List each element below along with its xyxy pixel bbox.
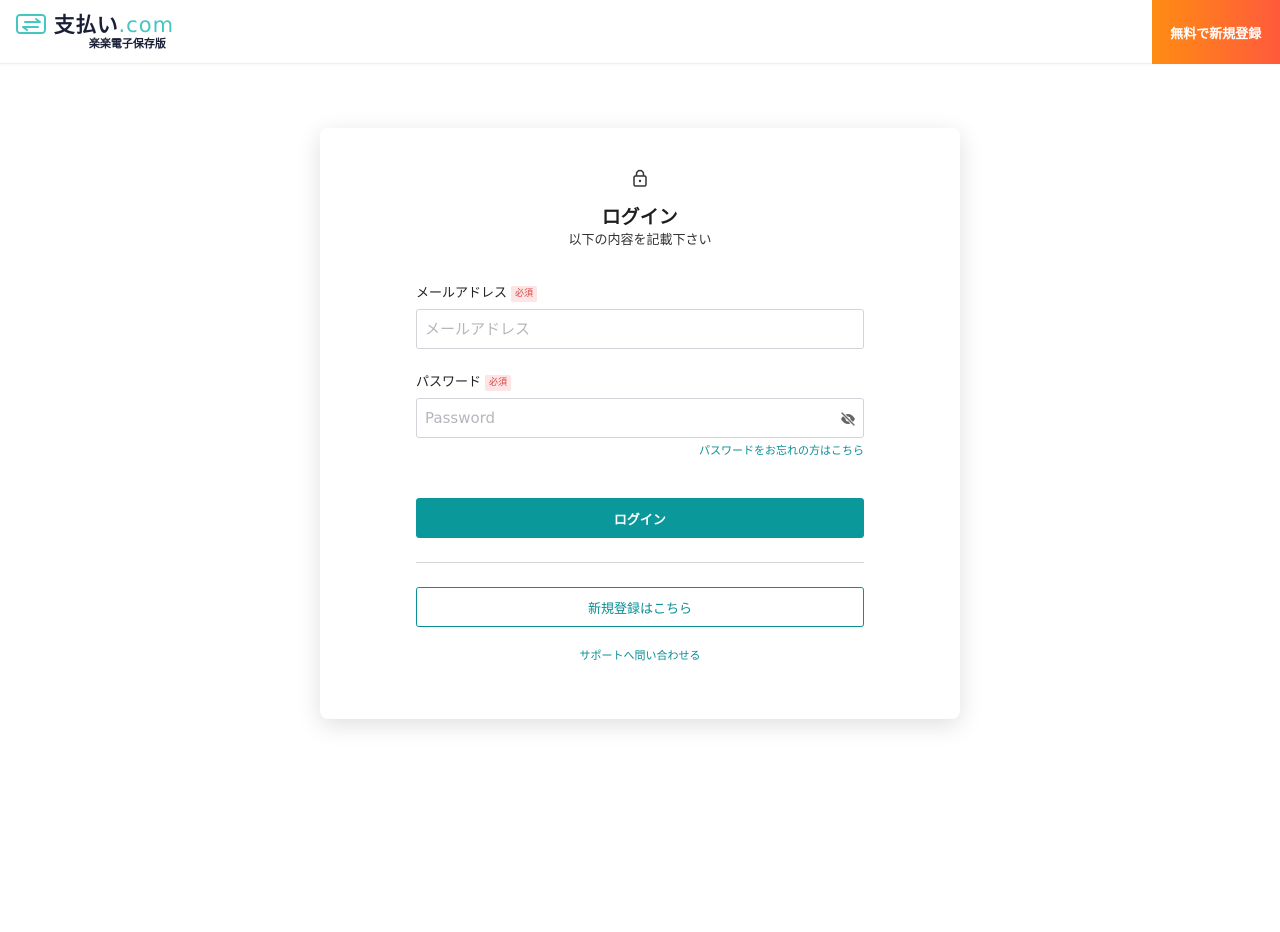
logo-text: 支払い.com — [54, 12, 174, 38]
password-label-text: パスワード — [416, 375, 482, 390]
lock-icon — [632, 169, 648, 191]
logo-main-text: 支払い — [54, 13, 119, 37]
required-badge: 必須 — [511, 286, 538, 302]
support-link[interactable]: サポートへ問い合わせる — [320, 648, 960, 664]
password-label: パスワード 必須 — [416, 374, 512, 392]
login-button[interactable]: ログイン — [416, 498, 864, 538]
transfer-arrows-icon — [16, 14, 48, 40]
register-button[interactable]: 新規登録はこちら — [416, 587, 864, 627]
required-badge: 必須 — [485, 375, 512, 391]
forgot-password-link[interactable]: パスワードをお忘れの方はこちら — [416, 444, 864, 458]
login-title: ログイン — [601, 206, 678, 228]
logo-subtitle: 楽楽電子保存版 — [89, 37, 166, 50]
email-label-text: メールアドレス — [416, 286, 508, 301]
login-subtitle: 以下の内容を記載下さい — [568, 233, 712, 248]
free-signup-button[interactable]: 無料で新規登録 — [1152, 0, 1280, 64]
divider — [416, 562, 864, 563]
password-input[interactable] — [416, 398, 864, 438]
login-card: ログイン 以下の内容を記載下さい メールアドレス 必須 パスワード 必須 パスワ… — [320, 128, 960, 719]
logo-suffix: .com — [118, 13, 175, 37]
header: 支払い.com 楽楽電子保存版 無料で新規登録 — [0, 0, 1280, 64]
email-input[interactable] — [416, 309, 864, 349]
logo[interactable]: 支払い.com 楽楽電子保存版 — [16, 12, 176, 52]
email-label: メールアドレス 必須 — [416, 285, 538, 303]
eye-slash-icon[interactable] — [840, 411, 856, 430]
